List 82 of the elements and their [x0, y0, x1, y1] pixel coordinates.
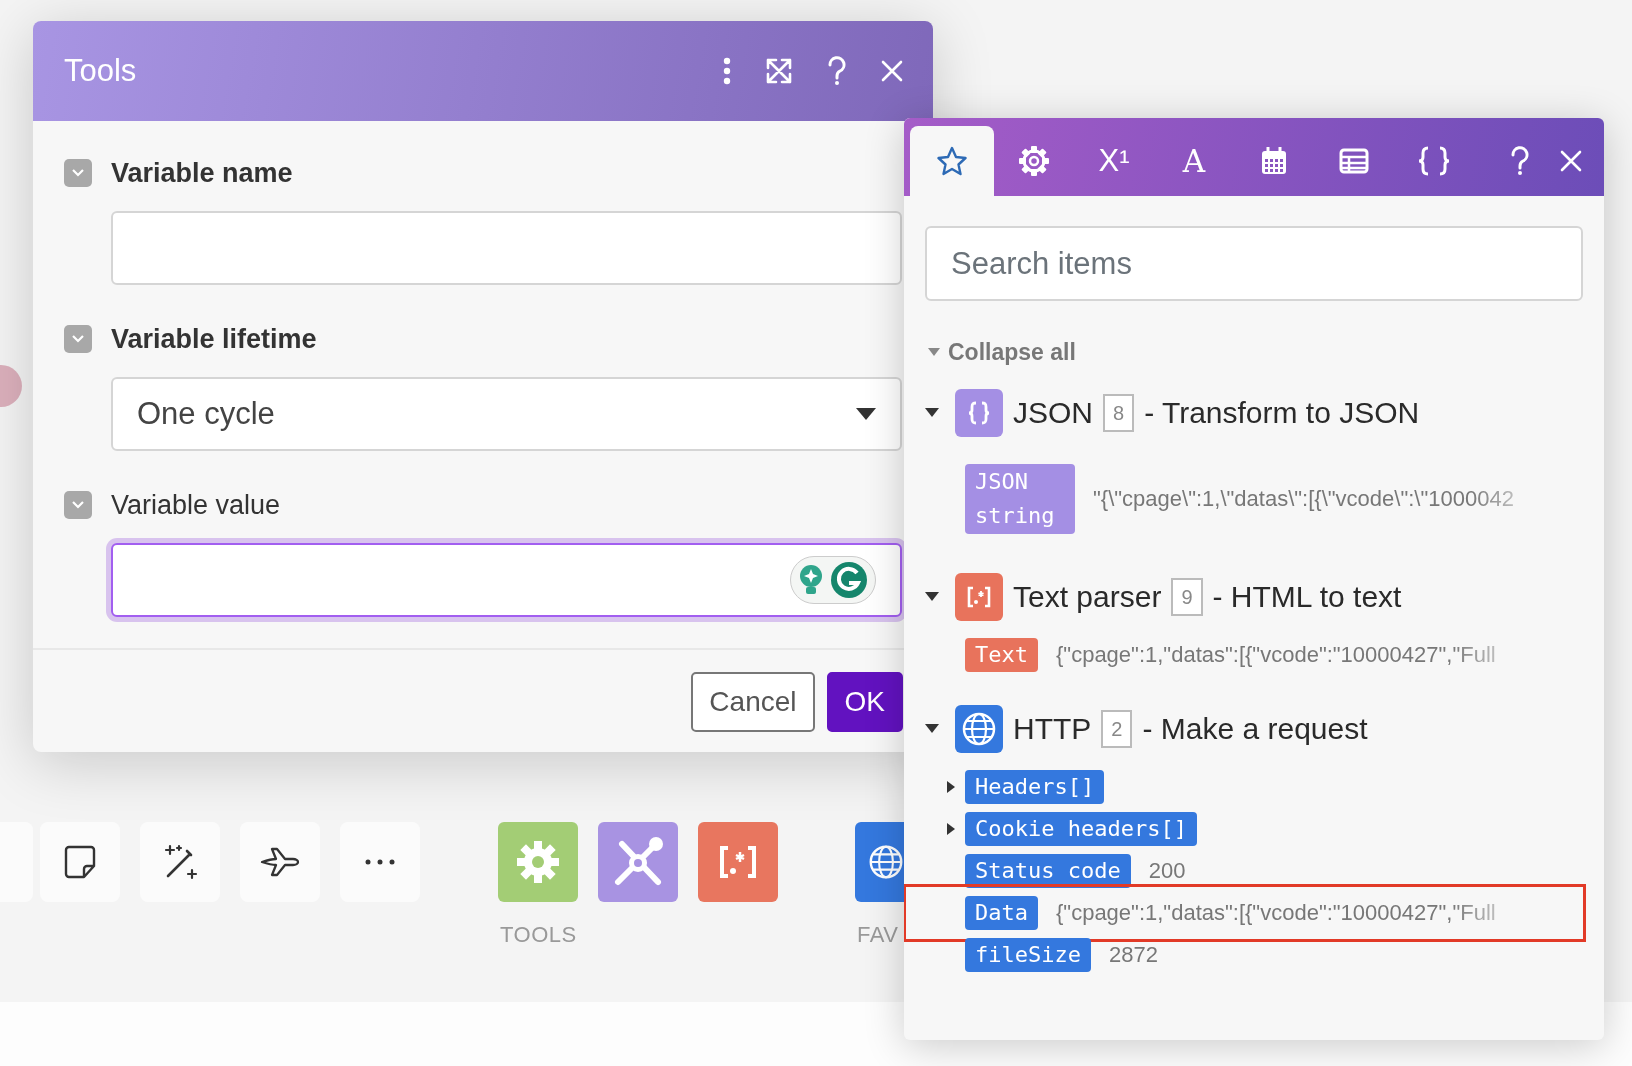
caret-right-icon — [947, 822, 955, 835]
brackets-icon — [718, 844, 758, 880]
close-icon[interactable] — [881, 60, 903, 82]
toolbar-button[interactable] — [140, 822, 220, 902]
app-button[interactable] — [698, 822, 778, 902]
braces-icon — [1417, 146, 1451, 176]
group-label: FAV — [857, 921, 899, 949]
ok-button[interactable]: OK — [826, 672, 903, 732]
more-icon — [364, 858, 396, 866]
field-value: 2872 — [1108, 941, 1158, 969]
field-label: Variable name — [111, 156, 293, 190]
caret-down-icon — [925, 408, 939, 417]
module-name: JSON — [1013, 395, 1093, 431]
module-number: 8 — [1103, 393, 1135, 432]
chevron-down-icon — [71, 334, 85, 344]
field-tag[interactable]: JSON string — [965, 463, 1075, 534]
module-number: 9 — [1171, 577, 1203, 616]
toolbar-button[interactable] — [40, 822, 120, 902]
module-name: Text parser — [1013, 579, 1162, 615]
collapse-all-link[interactable]: Collapse all — [928, 335, 1076, 370]
dialog-title: Tools — [64, 51, 138, 90]
collapse-toggle[interactable] — [64, 159, 92, 187]
cancel-button[interactable]: Cancel — [691, 672, 815, 732]
field-label: Variable value — [111, 488, 281, 522]
airplane-icon — [259, 845, 301, 879]
table-icon — [1339, 148, 1369, 174]
star-icon — [937, 146, 967, 176]
expand-icon[interactable] — [765, 57, 793, 85]
help-icon[interactable] — [1510, 146, 1530, 176]
gear-icon — [515, 839, 561, 885]
collapse-toggle[interactable] — [64, 325, 92, 353]
field-value: {"cpage":1,"datas":[{"vcode":"10000427","Full — [1056, 899, 1496, 927]
panel-tab[interactable]: A — [1154, 126, 1234, 196]
chevron-down-icon — [71, 500, 85, 510]
field-tag[interactable]: Headers[] — [965, 769, 1105, 804]
field-tag[interactable]: Text — [965, 637, 1038, 672]
app-button[interactable] — [598, 822, 678, 902]
toolbar-button[interactable] — [240, 822, 320, 902]
module-number: 2 — [1101, 709, 1133, 748]
module-description: - HTML to text — [1212, 579, 1402, 615]
chevron-down-icon — [71, 168, 85, 178]
panel-tab[interactable]: X¹ — [1074, 126, 1154, 196]
module-name: HTTP — [1013, 711, 1092, 747]
search-field[interactable]: Search items — [925, 226, 1583, 301]
field-label: Variable lifetime — [111, 322, 317, 356]
braces-icon — [968, 400, 990, 425]
gear-icon — [1018, 145, 1050, 177]
module-description: - Transform to JSON — [1144, 395, 1420, 431]
caret-down-icon — [856, 408, 876, 420]
field-tag[interactable]: Data — [965, 895, 1038, 930]
grammar-assistant-badge[interactable] — [790, 556, 876, 604]
help-icon[interactable] — [827, 56, 847, 86]
select-field[interactable]: One cycle — [111, 377, 902, 451]
caret-down-icon — [928, 348, 940, 357]
app-button[interactable] — [855, 822, 904, 902]
caret-down-icon — [925, 592, 939, 601]
grammar-logo-icon — [829, 560, 869, 600]
expand-toggle[interactable] — [947, 822, 955, 835]
field-tag[interactable]: fileSize — [965, 937, 1091, 972]
expand-toggle[interactable] — [925, 408, 939, 417]
text-field[interactable] — [111, 211, 902, 285]
caret-down-icon — [925, 724, 939, 733]
kebab-menu-icon[interactable] — [723, 57, 731, 85]
collapse-toggle[interactable] — [64, 491, 92, 519]
field-value: "{\"cpage\":1,\"datas\":[{\"vcode\":\"1000042 — [1093, 485, 1514, 513]
field-value: {"cpage":1,"datas":[{"vcode":"10000427","Full — [1056, 641, 1496, 669]
calendar-icon — [1260, 146, 1288, 176]
expand-toggle[interactable] — [925, 592, 939, 601]
field-tag[interactable]: Status code — [965, 853, 1131, 888]
module-description: - Make a request — [1142, 711, 1368, 747]
lightbulb-icon — [797, 563, 825, 597]
group-label: TOOLS — [500, 921, 577, 949]
field-value: 200 — [1148, 857, 1186, 885]
panel-tab[interactable] — [910, 126, 994, 196]
expand-toggle[interactable] — [947, 780, 955, 793]
expand-toggle[interactable] — [925, 724, 939, 733]
brackets-icon — [967, 585, 991, 608]
note-icon — [62, 844, 98, 880]
field-tag[interactable]: Cookie headers[] — [965, 811, 1197, 846]
globe-icon — [961, 710, 997, 747]
caret-right-icon — [947, 780, 955, 793]
close-icon[interactable] — [1560, 150, 1582, 172]
